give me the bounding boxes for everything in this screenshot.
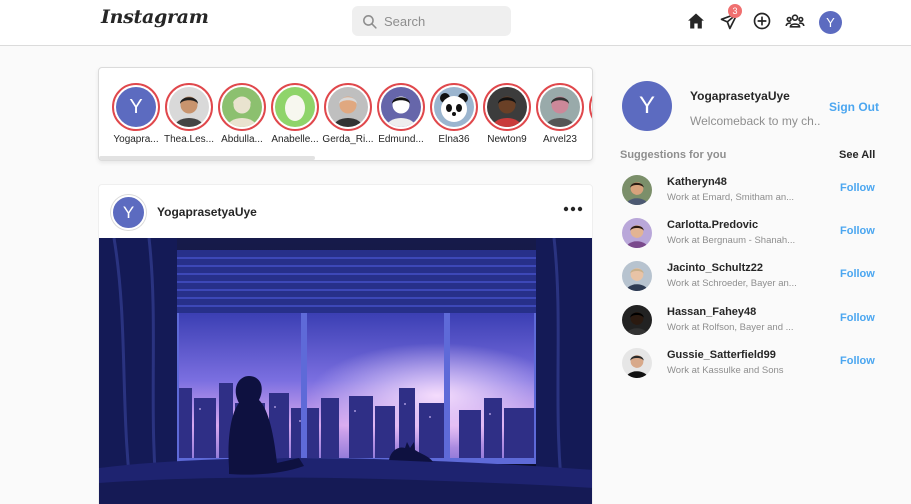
story-ring <box>430 83 478 131</box>
suggestion-subtitle: Work at Emard, Smitham an... <box>667 192 795 203</box>
story-item[interactable]: T <box>585 83 592 145</box>
search-bar[interactable] <box>352 6 511 36</box>
suggestion-username[interactable]: Gussie_Satterfield99 <box>667 349 776 361</box>
story-ring: Y <box>112 83 160 131</box>
suggestion-avatar[interactable] <box>622 347 652 378</box>
story-item[interactable]: Edmund... <box>376 83 426 145</box>
story-username: T <box>585 134 592 145</box>
notification-badge: 3 <box>728 4 742 18</box>
story-item[interactable]: Gerda_Ri... <box>322 83 374 145</box>
story-item[interactable]: Abdulla... <box>217 83 267 145</box>
story-username: Arvel23 <box>543 134 577 145</box>
story-item[interactable]: Thea.Les... <box>164 83 214 145</box>
suggestion-avatar[interactable] <box>622 261 652 292</box>
suggestion-avatar[interactable] <box>622 175 652 205</box>
home-icon[interactable] <box>685 10 707 32</box>
add-post-icon[interactable] <box>751 10 773 32</box>
current-user-avatar[interactable]: Y <box>622 81 672 131</box>
story-username: Gerda_Ri... <box>322 134 374 145</box>
story-item[interactable]: Anabelle... <box>270 83 320 145</box>
suggestion-item: Jacinto_Schultz22 Work at Schroeder, Baye… <box>620 259 880 293</box>
see-all-link[interactable]: See All <box>839 149 875 161</box>
follow-button[interactable]: Follow <box>840 182 875 194</box>
post-card: Y YogaprasetyaUye <box>98 184 593 504</box>
search-icon <box>363 14 377 29</box>
suggestion-username[interactable]: Jacinto_Schultz22 <box>667 262 763 274</box>
current-user-subtitle: Welcomeback to my ch... <box>690 114 820 128</box>
profile-avatar[interactable]: Y <box>819 11 842 34</box>
suggestion-avatar[interactable] <box>622 304 652 335</box>
story-item[interactable]: Elna36 <box>429 83 479 145</box>
story-avatar <box>328 87 368 127</box>
story-username: Edmund... <box>378 134 424 145</box>
suggestions-title: Suggestions for you <box>620 149 727 161</box>
follow-button[interactable]: Follow <box>840 312 875 324</box>
story-ring <box>165 83 213 131</box>
story-ring <box>324 83 372 131</box>
story-ring <box>271 83 319 131</box>
top-navbar: Instagram 3 Y <box>0 0 911 46</box>
stories-tray: Y Yogapra... Thea.Les... Abdulla... Anabelle… <box>98 67 593 161</box>
story-username: Elna36 <box>438 134 470 145</box>
story-username: Yogapra... <box>113 134 159 145</box>
sign-out-button[interactable]: Sign Out <box>829 100 879 114</box>
people-icon[interactable] <box>784 10 806 32</box>
suggestion-subtitle: Work at Bergnaum - Shanah... <box>667 235 796 247</box>
story-username: Anabelle... <box>271 134 319 145</box>
suggestion-username[interactable]: Carlotta.Predovic <box>667 219 758 231</box>
story-username: Thea.Les... <box>163 134 215 145</box>
story-item[interactable]: Arvel23 <box>535 83 585 145</box>
story-ring <box>218 83 266 131</box>
story-avatar <box>487 87 527 127</box>
story-avatar <box>381 87 421 127</box>
story-ring <box>589 83 592 131</box>
story-ring <box>483 83 531 131</box>
follow-button[interactable]: Follow <box>840 268 875 280</box>
follow-button[interactable]: Follow <box>840 225 875 237</box>
search-input[interactable] <box>384 13 504 29</box>
suggestion-item: Katheryn48 Work at Emard, Smitham an... Fo… <box>620 173 880 207</box>
suggestion-item: Hassan_Fahey48 Work at Rolfson, Bayer and… <box>620 303 880 337</box>
story-avatar <box>540 87 580 127</box>
story-avatar <box>434 87 474 127</box>
story-ring <box>377 83 425 131</box>
story-avatar <box>169 87 209 127</box>
post-author-username[interactable]: YogaprasetyaUye <box>157 205 257 219</box>
story-avatar: Y <box>116 87 156 127</box>
instagram-logo[interactable]: Instagram <box>101 6 209 28</box>
story-item[interactable]: Newton9 <box>482 83 532 145</box>
story-username: Abdulla... <box>221 134 263 145</box>
suggestion-subtitle: Work at Rolfson, Bayer and ... <box>667 321 794 333</box>
suggestion-username[interactable]: Katheryn48 <box>667 176 727 188</box>
post-image[interactable] <box>99 238 592 504</box>
story-avatar <box>275 87 315 127</box>
more-options-icon[interactable] <box>562 198 584 220</box>
post-author-avatar[interactable]: Y <box>111 195 146 230</box>
stories-scrollbar[interactable] <box>99 156 315 160</box>
story-ring <box>536 83 584 131</box>
story-item[interactable]: Y Yogapra... <box>111 83 161 145</box>
story-avatar <box>222 87 262 127</box>
suggestion-subtitle: Work at Schroeder, Bayer an... <box>667 278 797 290</box>
story-username: Newton9 <box>487 134 527 145</box>
suggestion-item: Gussie_Satterfield99 Work at Kassulke and… <box>620 346 880 380</box>
suggestion-username[interactable]: Hassan_Fahey48 <box>667 306 756 318</box>
suggestion-avatar[interactable] <box>622 218 652 249</box>
suggestion-subtitle: Work at Kassulke and Sons <box>667 364 784 376</box>
suggestion-item: Carlotta.Predovic Work at Bergnaum - Shan… <box>620 216 880 250</box>
current-user-username[interactable]: YogaprasetyaUye <box>690 89 790 103</box>
follow-button[interactable]: Follow <box>840 355 875 367</box>
